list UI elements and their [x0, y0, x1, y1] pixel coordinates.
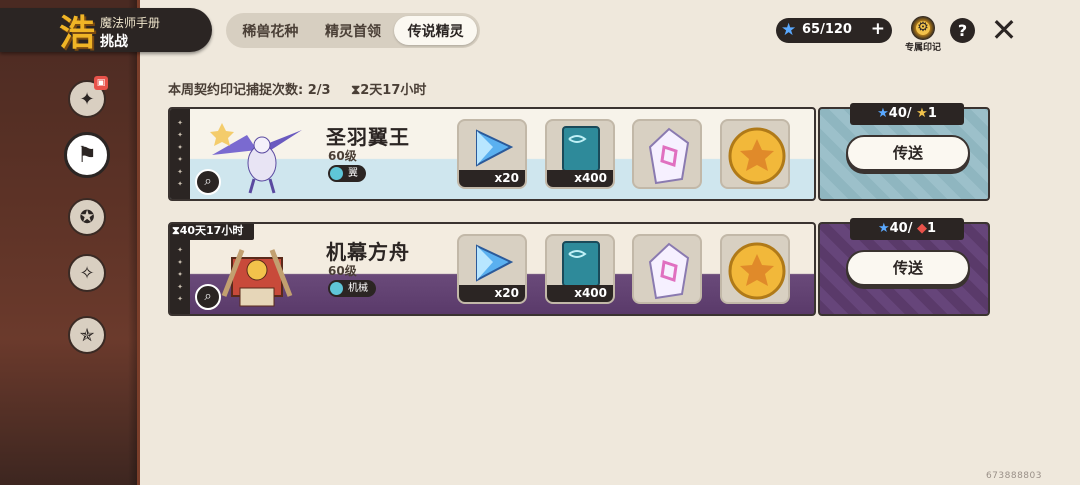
seal-card-icon	[648, 127, 690, 185]
brand-logo: 浩	[58, 12, 95, 54]
reward-item[interactable]: x20	[457, 234, 527, 304]
brand-subtitle: 魔法师手册	[100, 16, 161, 30]
tab-bar: 稀兽花种 精灵首领 传说精灵	[226, 13, 480, 48]
creature-name: 圣羽翼王	[326, 125, 410, 149]
user-id: 673888803	[985, 471, 1042, 481]
close-button[interactable]: ✕	[988, 14, 1020, 46]
tab-legendary[interactable]: 传说精灵	[394, 16, 478, 45]
energy-value: 65/120	[802, 22, 852, 37]
teleport-button[interactable]: 传送	[846, 135, 970, 171]
crystal-icon	[476, 244, 514, 282]
capture-info: 本周契约印记捕捉次数: 2/3 ⧗2天17小时	[168, 79, 426, 98]
star-icon: ★	[877, 221, 890, 236]
tab-rare-beast[interactable]: 稀兽花种	[229, 16, 312, 45]
star-icon: ★	[781, 20, 797, 40]
gift-badge-icon: ▣	[94, 76, 108, 90]
reward-item[interactable]: x20	[457, 119, 527, 189]
side-nav-creature[interactable]: ✧	[68, 254, 106, 292]
book-icon	[562, 241, 600, 287]
card-side-strip: ✦ ✦ ✦ ✦ ✦ ✦	[170, 109, 190, 199]
side-nav-book[interactable]: ✯	[68, 316, 106, 354]
reset-countdown: ⧗2天17小时	[351, 83, 427, 98]
compass-icon: ✦	[79, 88, 95, 110]
wing-attribute-icon	[330, 167, 343, 180]
book-star-icon: ✯	[79, 324, 95, 346]
reward-quantity: x20	[459, 285, 525, 302]
creature-icon: ✧	[79, 262, 95, 284]
cost-stars: 40	[889, 221, 908, 236]
side-nav-star[interactable]: ✪	[68, 198, 106, 236]
book-icon	[562, 126, 600, 172]
medal-icon	[728, 242, 786, 300]
legendary-card: ✦ ✦ ✦ ✦ ✦ ✦ ⌕ ⧗40天17小时 机幕方舟 60级 机械 x20 x…	[168, 218, 990, 316]
teleport-cost: ★40/ ◆1	[850, 218, 964, 240]
reward-item[interactable]: x400	[545, 119, 615, 189]
left-background	[0, 0, 140, 485]
reward-quantity: x20	[459, 170, 525, 187]
card-body: ✦ ✦ ✦ ✦ ✦ ✦ ⌕ ⧗40天17小时 机幕方舟 60级 机械 x20 x…	[168, 222, 816, 316]
energy-counter: ★ 65/120 +	[776, 18, 892, 43]
brand-header: 浩 魔法师手册 挑战	[0, 8, 212, 54]
teleport-panel: ★40/ ★1 传送	[818, 103, 990, 201]
add-energy-button[interactable]: +	[871, 19, 885, 39]
attribute-badge: 机械	[328, 280, 376, 297]
attribute-label: 翼	[348, 168, 358, 179]
side-nav-challenge[interactable]: ⚑	[64, 132, 110, 178]
event-timer: ⧗40天17小时	[170, 224, 254, 240]
creature-level: 60级	[328, 149, 357, 163]
star-bubble-icon: ✪	[79, 206, 95, 228]
help-button[interactable]: ?	[950, 18, 975, 43]
seal-card-icon	[648, 242, 690, 300]
side-nav-compass[interactable]: ✦ ▣	[68, 76, 108, 118]
reward-item[interactable]	[720, 234, 790, 304]
attribute-badge: 翼	[328, 165, 366, 182]
tab-boss[interactable]: 精灵首领	[312, 16, 395, 45]
reward-quantity: x400	[547, 285, 613, 302]
teleport-cost: ★40/ ★1	[850, 103, 964, 125]
magnifier-icon[interactable]: ⌕	[195, 284, 221, 310]
cost-item: 1	[926, 221, 937, 236]
cost-stars: 40	[888, 106, 907, 121]
reward-item[interactable]	[632, 119, 702, 189]
star-icon: ★	[877, 106, 889, 121]
reward-item[interactable]	[632, 234, 702, 304]
card-body: ✦ ✦ ✦ ✦ ✦ ✦ ⌕ 圣羽翼王 60级 翼 x20 x400	[168, 107, 816, 201]
crystal-icon	[476, 129, 514, 167]
mech-attribute-icon	[330, 282, 343, 295]
magnifier-icon[interactable]: ⌕	[195, 169, 221, 195]
reward-item[interactable]	[720, 119, 790, 189]
reward-quantity: x400	[547, 170, 613, 187]
legendary-card: ✦ ✦ ✦ ✦ ✦ ✦ ⌕ 圣羽翼王 60级 翼 x20 x400 ★40/ ★…	[168, 103, 990, 201]
creature-name: 机幕方舟	[326, 240, 410, 264]
medal-icon	[728, 127, 786, 185]
attribute-label: 机械	[348, 283, 368, 294]
creature-level: 60级	[328, 264, 357, 278]
cost-item: 1	[927, 106, 937, 121]
teleport-button[interactable]: 传送	[846, 250, 970, 286]
capture-count: 本周契约印记捕捉次数: 2/3	[168, 83, 331, 98]
exclusive-seal-button[interactable]: ⚙ 专属印记	[902, 14, 944, 53]
reward-item[interactable]: x400	[545, 234, 615, 304]
gold-star-icon: ★	[916, 106, 928, 121]
exclusive-seal-label: 专属印记	[904, 43, 941, 53]
page-title: 挑战	[100, 34, 128, 50]
flag-icon: ⚑	[77, 142, 97, 168]
teleport-panel: ★40/ ◆1 传送	[818, 218, 990, 316]
meat-icon: ◆	[916, 221, 927, 236]
gear-icon: ⚙	[911, 16, 935, 40]
